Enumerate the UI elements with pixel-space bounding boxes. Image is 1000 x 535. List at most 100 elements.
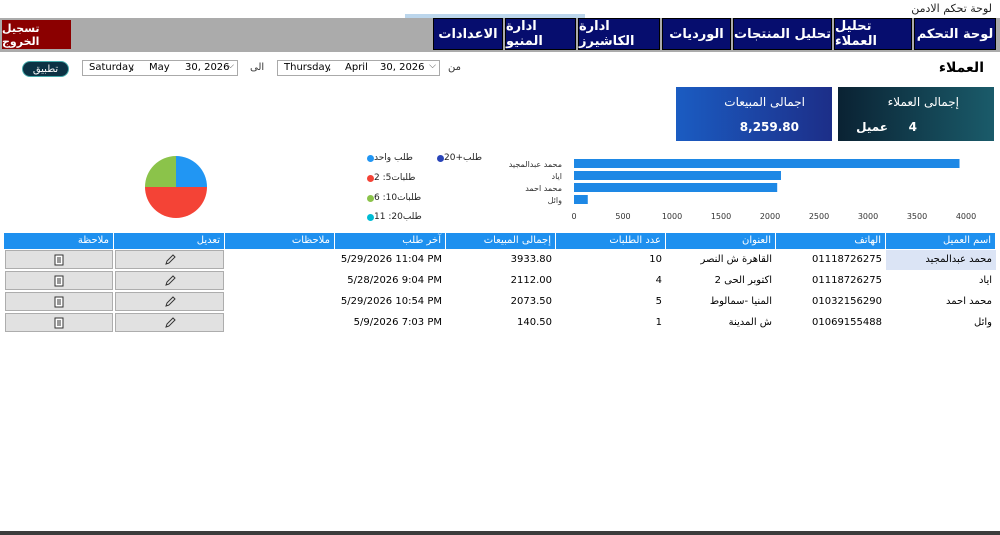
edit-button[interactable] bbox=[115, 271, 224, 290]
bar-category-label: محمد عبدالمجيد bbox=[509, 160, 562, 169]
table-cell[interactable]: محمد احمد bbox=[886, 292, 996, 312]
orders-pie-chart bbox=[145, 156, 207, 218]
pencil-icon bbox=[164, 295, 176, 307]
pie-slice-two_five bbox=[145, 187, 207, 218]
bar-2 bbox=[574, 183, 778, 192]
col-header-name[interactable]: اسم العميل bbox=[886, 233, 996, 249]
bar-1 bbox=[574, 171, 781, 180]
edit-button[interactable] bbox=[115, 292, 224, 311]
pie-legend-one: طلب واحد bbox=[363, 153, 413, 163]
notepad-icon bbox=[54, 317, 64, 328]
table-cell[interactable]: ش المدينة bbox=[666, 313, 776, 333]
table-cell[interactable]: 01118726275 bbox=[776, 250, 886, 270]
col-header-orders[interactable]: عدد الطلبات bbox=[556, 233, 666, 249]
table-cell[interactable]: 5/9/2026 7:03 PM bbox=[335, 313, 446, 333]
total-customers-card: إجمالى العملاء 4 عميل bbox=[838, 87, 994, 141]
table-cell[interactable]: المنيا -سمالوط bbox=[666, 292, 776, 312]
col-header-last-order[interactable]: آخر طلب bbox=[335, 233, 446, 249]
pie-legend-six-ten: 6 :10طلبات bbox=[363, 193, 421, 203]
x-tick-label: 1000 bbox=[662, 212, 682, 221]
table-cell[interactable]: 5/29/2026 11:04 PM bbox=[335, 250, 446, 270]
table-cell[interactable]: 4 bbox=[556, 271, 666, 291]
table-cell[interactable]: 01032156290 bbox=[776, 292, 886, 312]
window-title: لوحة تحكم الادمن bbox=[911, 2, 992, 15]
x-tick-label: 0 bbox=[571, 212, 576, 221]
total-sales-value: 8,259.80 bbox=[739, 120, 799, 134]
bar-category-label: وائل bbox=[548, 196, 563, 205]
col-header-address[interactable]: العنوان bbox=[666, 233, 776, 249]
note-button[interactable] bbox=[5, 292, 113, 311]
bar-category-label: محمد احمد bbox=[525, 184, 562, 193]
note-button[interactable] bbox=[5, 271, 113, 290]
table-cell[interactable]: وائل bbox=[886, 313, 996, 333]
table-cell[interactable] bbox=[225, 250, 335, 270]
edit-button[interactable] bbox=[115, 250, 224, 269]
notepad-icon bbox=[54, 296, 64, 307]
pie-slice-six_ten bbox=[145, 156, 176, 187]
nav-cashiers-button[interactable]: ادارة الكاشيرز bbox=[578, 18, 660, 50]
sales-bar-chart: محمد عبدالمجيد اياد محمد احمد وائل 0 500 1000 1… bbox=[509, 159, 976, 221]
total-customers-title: إجمالى العملاء bbox=[887, 95, 959, 109]
table-cell[interactable]: 140.50 bbox=[446, 313, 556, 333]
from-date-picker[interactable]: Thursday , April 30, 2026 ⌵ bbox=[277, 60, 440, 76]
table-cell[interactable]: 5/28/2026 9:04 PM bbox=[335, 271, 446, 291]
table-cell[interactable] bbox=[225, 313, 335, 333]
col-header-sales[interactable]: إجمالى المبيعات bbox=[446, 233, 556, 249]
note-button[interactable] bbox=[5, 313, 113, 332]
pencil-icon bbox=[164, 316, 176, 328]
sales-bar-panel: محمد عبدالمجيد اياد محمد احمد وائل 0 500 1000 1… bbox=[502, 147, 994, 227]
table-cell[interactable] bbox=[225, 271, 335, 291]
total-customers-unit: عميل bbox=[856, 120, 888, 134]
table-cell[interactable]: 5 bbox=[556, 292, 666, 312]
table-cell[interactable]: 01069155488 bbox=[776, 313, 886, 333]
nav-dashboard-button[interactable]: لوحة التحكم bbox=[914, 18, 996, 50]
table-cell[interactable]: 5/29/2026 10:54 PM bbox=[335, 292, 446, 312]
col-header-phone[interactable]: الهاتف bbox=[776, 233, 886, 249]
bar-3 bbox=[574, 195, 588, 204]
nav-settings-button[interactable]: الاعدادات bbox=[433, 18, 503, 50]
table-cell[interactable]: اياد bbox=[886, 271, 996, 291]
col-header-edit[interactable]: تعديل bbox=[114, 233, 225, 249]
from-label: من bbox=[448, 62, 461, 73]
nav-customers-button[interactable]: تحليل العملاء bbox=[834, 18, 912, 50]
pie-legend-twenty-plus: 20+طلب bbox=[433, 153, 482, 163]
table-cell[interactable]: محمد عبدالمجيد bbox=[886, 250, 996, 270]
table-cell[interactable] bbox=[225, 292, 335, 312]
table-cell[interactable]: اكتوبر الحى 2 bbox=[666, 271, 776, 291]
table-cell[interactable]: 3933.80 bbox=[446, 250, 556, 270]
to-date-day: Saturday bbox=[89, 62, 135, 73]
x-tick-label: 3000 bbox=[858, 212, 878, 221]
apply-button[interactable]: تطبيق bbox=[22, 61, 69, 77]
pencil-icon bbox=[164, 253, 176, 265]
x-tick-label: 1500 bbox=[711, 212, 731, 221]
bar-category-label: اياد bbox=[552, 172, 562, 181]
nav-products-button[interactable]: تحليل المنتجات bbox=[733, 18, 832, 50]
title-bar: لوحة تحكم الادمن bbox=[0, 0, 1000, 18]
pie-slice-one bbox=[176, 156, 207, 187]
table-cell[interactable]: 01118726275 bbox=[776, 271, 886, 291]
orders-pie-panel: طلب واحد 20+طلب 2 :5طلبات 6 :10طلبات 11 … bbox=[6, 147, 496, 227]
edit-button[interactable] bbox=[115, 313, 224, 332]
from-date-day: Thursday bbox=[284, 62, 331, 73]
logout-button[interactable]: تسجيل الخروج bbox=[2, 20, 71, 49]
nav-shifts-button[interactable]: الورديات bbox=[662, 18, 731, 50]
table-cell[interactable]: 2112.00 bbox=[446, 271, 556, 291]
nav-menu-button[interactable]: ادارة المنيو bbox=[505, 18, 576, 50]
col-header-notes[interactable]: ملاحظات bbox=[225, 233, 335, 249]
chevron-down-icon[interactable]: ⌵ bbox=[429, 61, 436, 71]
total-customers-value: 4 bbox=[908, 120, 917, 134]
col-header-note[interactable]: ملاحظة bbox=[4, 233, 114, 249]
to-date-picker[interactable]: Saturday , May 30, 2026 ⌵ bbox=[82, 60, 238, 76]
total-sales-card: اجمالى المبيعات 8,259.80 bbox=[676, 87, 832, 141]
pencil-icon bbox=[164, 274, 176, 286]
chevron-down-icon[interactable]: ⌵ bbox=[227, 61, 234, 71]
from-date-month: April bbox=[345, 62, 368, 73]
table-cell[interactable]: 2073.50 bbox=[446, 292, 556, 312]
notepad-icon bbox=[54, 275, 64, 286]
x-tick-label: 500 bbox=[615, 212, 630, 221]
note-button[interactable] bbox=[5, 250, 113, 269]
table-cell[interactable]: 1 bbox=[556, 313, 666, 333]
table-cell[interactable]: القاهرة ش النصر bbox=[666, 250, 776, 270]
table-cell[interactable]: 10 bbox=[556, 250, 666, 270]
x-tick-label: 4000 bbox=[956, 212, 976, 221]
